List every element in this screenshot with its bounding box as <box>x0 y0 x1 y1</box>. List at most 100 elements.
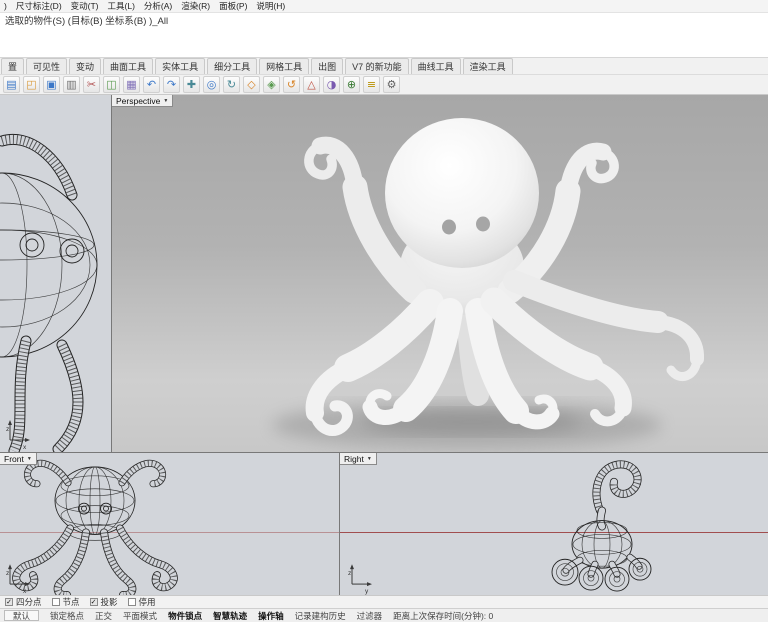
checkbox-icon[interactable]: ✓ <box>5 598 13 606</box>
join-icon[interactable]: ⊕ <box>343 76 360 93</box>
save-file-icon[interactable]: ▣ <box>43 76 60 93</box>
viewport-title-label: Front <box>4 454 24 464</box>
octopus-wireframe-front[interactable] <box>16 463 174 595</box>
svg-text:x: x <box>23 444 27 451</box>
command-input-line[interactable] <box>5 28 763 41</box>
status-item[interactable]: 智慧轨迹 <box>213 610 247 622</box>
mirror-icon[interactable]: ◑ <box>323 76 340 93</box>
layers-icon[interactable]: ≡ <box>363 76 380 93</box>
status-item[interactable]: 平面模式 <box>123 610 157 622</box>
toolbar-tab[interactable]: 实体工具 <box>155 58 205 74</box>
octopus-wireframe-zoom[interactable] <box>0 139 97 451</box>
app-window: ) 尺寸标注(D) 变动(T) 工具(L) 分析(A) 渲染(R) 面板(P) 说明(H) 选… <box>0 0 768 622</box>
viewport-front[interactable]: Front ▼ <box>0 453 339 595</box>
viewport-perspective[interactable]: Perspective ▼ <box>112 95 768 452</box>
redo-icon[interactable]: ↷ <box>163 76 180 93</box>
print-icon[interactable]: ▥ <box>63 76 80 93</box>
toolbar-tab[interactable]: 网格工具 <box>259 58 309 74</box>
toolbar-tab[interactable]: 出图 <box>311 58 343 74</box>
menu-item[interactable]: 说明(H) <box>256 0 285 12</box>
status-item[interactable]: 锁定格点 <box>50 610 84 622</box>
svg-text:z: z <box>6 570 9 577</box>
undo-icon[interactable]: ↶ <box>143 76 160 93</box>
wireframe-right-canvas[interactable]: z y <box>340 453 768 595</box>
octopus-wireframe-right[interactable] <box>552 464 651 591</box>
properties-icon[interactable]: ⚙ <box>383 76 400 93</box>
osnap-toggle[interactable]: 停用 <box>128 596 156 608</box>
cut-icon[interactable]: ✂ <box>83 76 100 93</box>
leg-coils <box>552 558 651 591</box>
osnap-bar: ✓四分点节点✓投影停用 <box>0 595 768 608</box>
command-area[interactable]: 选取的物件(S) (目标(B) 坐标系(B) )_All <box>0 13 768 58</box>
paste-icon[interactable]: ▦ <box>123 76 140 93</box>
status-bar: 默认 锁定格点正交平面模式物件锁点智慧轨迹操作轴记录建构历史过滤器距离上次保存时… <box>0 608 768 622</box>
menu-item[interactable]: 分析(A) <box>144 0 172 12</box>
osnap-toggle[interactable]: ✓投影 <box>90 596 118 608</box>
osnap-label: 投影 <box>101 596 118 608</box>
viewport-title-front[interactable]: Front ▼ <box>0 453 37 465</box>
copy-icon[interactable]: ◫ <box>103 76 120 93</box>
osnap-toggle[interactable]: 节点 <box>52 596 80 608</box>
new-file-icon[interactable]: ▤ <box>3 76 20 93</box>
viewport-menu-arrow-icon[interactable]: ▼ <box>367 456 372 462</box>
svg-text:y: y <box>365 588 369 595</box>
viewport-menu-arrow-icon[interactable]: ▼ <box>27 456 32 462</box>
icon-toolbar: ▤◰▣▥✂◫▦↶↷✚◎↻◇◈↺△◑⊕≡⚙ <box>0 75 768 95</box>
toolbar-tab[interactable]: 变动 <box>69 58 101 74</box>
status-items: 锁定格点正交平面模式物件锁点智慧轨迹操作轴记录建构历史过滤器距离上次保存时间(分… <box>50 610 493 622</box>
checkbox-icon[interactable] <box>128 598 136 606</box>
menu-item[interactable]: ) <box>4 1 7 11</box>
render-canvas[interactable] <box>112 95 768 452</box>
axis-indicator: z y <box>348 564 372 595</box>
copy-object-icon[interactable]: ◈ <box>263 76 280 93</box>
viewport-title-label: Right <box>344 454 364 464</box>
viewport-menu-arrow-icon[interactable]: ▼ <box>163 98 168 104</box>
toolbar-tab[interactable]: 曲线工具 <box>411 58 461 74</box>
octopus-head <box>385 118 539 268</box>
checkbox-icon[interactable]: ✓ <box>90 598 98 606</box>
pan-view-icon[interactable]: ✚ <box>183 76 200 93</box>
svg-text:z: z <box>348 570 351 577</box>
menu-item[interactable]: 面板(P) <box>219 0 247 12</box>
menu-bar: ) 尺寸标注(D) 变动(T) 工具(L) 分析(A) 渲染(R) 面板(P) 说明(H) <box>0 0 768 13</box>
menu-item[interactable]: 渲染(R) <box>181 0 210 12</box>
open-file-icon[interactable]: ◰ <box>23 76 40 93</box>
rotate-view-icon[interactable]: ↻ <box>223 76 240 93</box>
menu-item[interactable]: 工具(L) <box>108 0 135 12</box>
osnap-label: 四分点 <box>16 596 42 608</box>
cplane-cell[interactable]: 默认 <box>4 610 39 621</box>
viewport-title-right[interactable]: Right ▼ <box>340 453 377 465</box>
toolbar-tab[interactable]: 渲染工具 <box>463 58 513 74</box>
status-item[interactable]: 操作轴 <box>258 610 284 622</box>
move-icon[interactable]: ◇ <box>243 76 260 93</box>
scale-icon[interactable]: △ <box>303 76 320 93</box>
osnap-label: 节点 <box>63 596 80 608</box>
checkbox-icon[interactable] <box>52 598 60 606</box>
status-item[interactable]: 记录建构历史 <box>295 610 346 622</box>
toolbar-tabs: 置可见性变动曲面工具实体工具细分工具网格工具出图V7 的新功能曲线工具渲染工具 <box>0 58 768 75</box>
viewport-area: z x Perspective ▼ <box>0 95 768 595</box>
viewport-right[interactable]: Right ▼ <box>340 453 768 595</box>
menu-item[interactable]: 变动(T) <box>71 0 99 12</box>
viewport-title-label: Perspective <box>116 96 160 106</box>
toolbar-tab[interactable]: 曲面工具 <box>103 58 153 74</box>
status-item[interactable]: 过滤器 <box>357 610 383 622</box>
rotate-icon[interactable]: ↺ <box>283 76 300 93</box>
octopus-right-eye <box>476 217 490 232</box>
viewport-title-perspective[interactable]: Perspective ▼ <box>112 95 173 107</box>
toolbar-tab[interactable]: 可见性 <box>26 58 67 74</box>
status-item[interactable]: 距离上次保存时间(分钟): 0 <box>393 610 493 622</box>
osnap-toggle[interactable]: ✓四分点 <box>5 596 42 608</box>
zoom-icon[interactable]: ◎ <box>203 76 220 93</box>
toolbar-tab[interactable]: 细分工具 <box>207 58 257 74</box>
status-item[interactable]: 物件锁点 <box>168 610 202 622</box>
wireframe-zoom-canvas[interactable]: z x <box>0 95 111 452</box>
status-item[interactable]: 正交 <box>95 610 112 622</box>
viewport-top-left[interactable]: z x <box>0 95 111 452</box>
toolbar-tab[interactable]: 置 <box>1 58 24 74</box>
octopus-model[interactable] <box>272 118 697 449</box>
wireframe-front-canvas[interactable]: z x <box>0 453 339 595</box>
command-prompt[interactable]: 选取的物件(S) (目标(B) 坐标系(B) )_All <box>5 15 763 28</box>
menu-item[interactable]: 尺寸标注(D) <box>16 0 62 12</box>
toolbar-tab[interactable]: V7 的新功能 <box>345 58 409 74</box>
